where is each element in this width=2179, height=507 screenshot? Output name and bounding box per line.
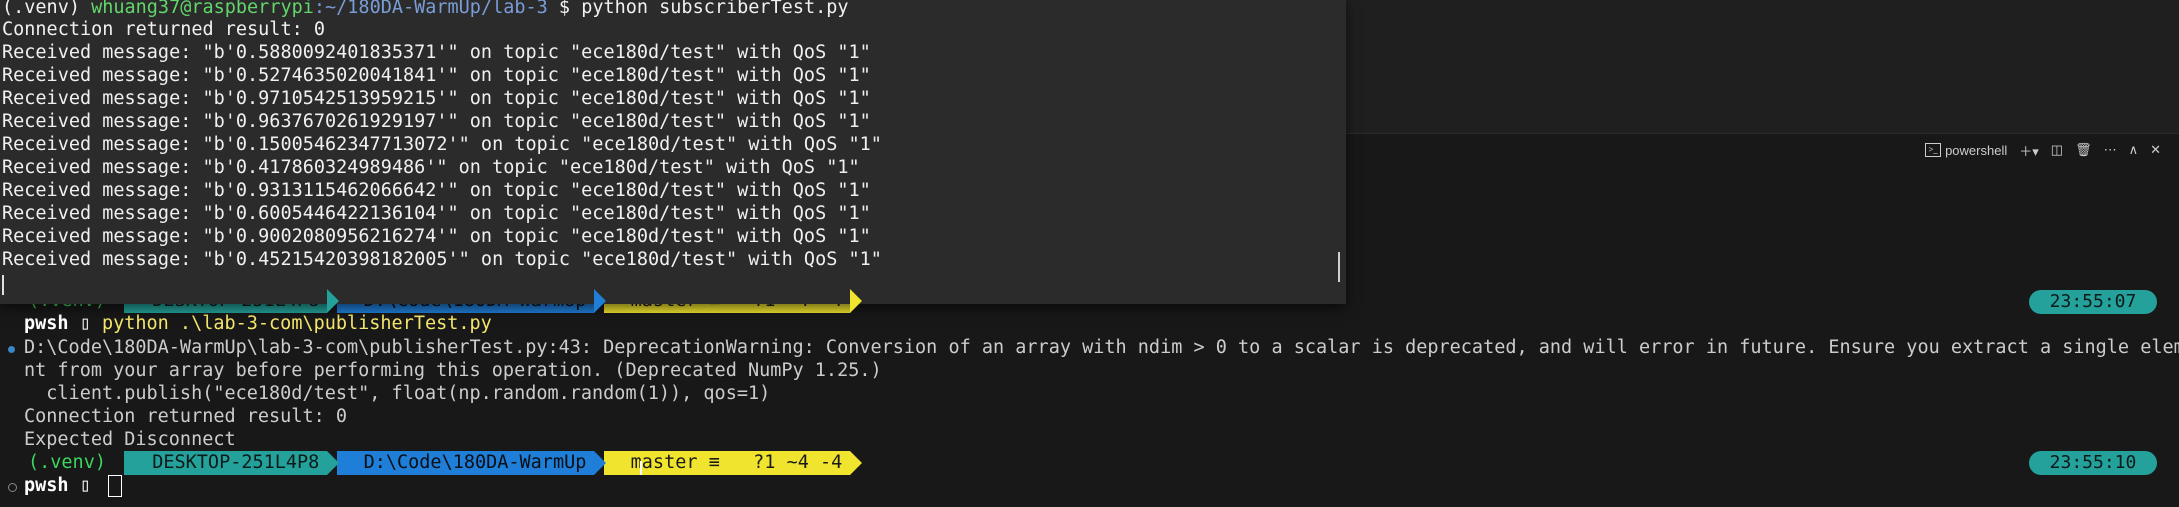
ssh-output-line: Received message: "b'0.9710542513959215'… [2, 88, 871, 109]
ssh-output-line: Received message: "b'0.45215420398182005… [2, 249, 882, 270]
ssh-scrollbar[interactable] [1338, 252, 1340, 282]
ssh-user-host: whuang37@raspberrypi [91, 0, 314, 18]
pwsh-label: pwsh ▯ [24, 313, 102, 334]
output-line: Connection returned result: 0 [24, 406, 348, 427]
prompt-line-2: (.venv) DESKTOP-251L4P8 D:\Code\180DA-Wa… [24, 451, 863, 475]
time-badge-2: 23:55:10 [2029, 451, 2157, 475]
ssh-terminal-window[interactable]: (.venv) whuang37@raspberrypi:~/180DA-War… [0, 0, 1346, 304]
pwsh-label: pwsh ▯ [24, 475, 102, 496]
ssh-output-line: Received message: "b'0.5880092401835371'… [2, 42, 871, 63]
ssh-output-line: Connection returned result: 0 [2, 19, 326, 40]
ssh-output-line: Received message: "b'0.417860324989486'"… [2, 157, 860, 178]
text-cursor-marker [640, 461, 642, 475]
command-line: pwsh ▯ python .\lab-3-com\publisherTest.… [24, 313, 492, 335]
ssh-cursor [2, 275, 4, 295]
ssh-output-line: Received message: "b'0.6005446422136104'… [2, 203, 871, 224]
venv-segment: (.venv) [28, 452, 106, 473]
prompt-status-dot[interactable] [8, 483, 17, 492]
input-line[interactable]: pwsh ▯ [24, 475, 122, 497]
time-badge-1: 23:55:07 [2029, 290, 2157, 314]
output-line: Expected Disconnect [24, 429, 236, 450]
output-line: D:\Code\180DA-WarmUp\lab-3-com\publisher… [24, 337, 2179, 358]
ssh-output-line: Received message: "b'0.5274635020041841'… [2, 65, 871, 86]
ssh-output-line: Received message: "b'0.9002080956216274'… [2, 226, 871, 247]
ssh-output-line: Received message: "b'0.9637670261929197'… [2, 111, 871, 132]
ssh-path: :~/180DA-WarmUp/lab-3 [313, 0, 548, 18]
ssh-prompt-line: (.venv) whuang37@raspberrypi:~/180DA-War… [2, 0, 849, 19]
ssh-venv: (.venv) [2, 0, 92, 18]
host-segment: DESKTOP-251L4P8 [123, 451, 340, 475]
output-line: nt from your array before performing thi… [24, 360, 882, 381]
output-line: client.publish("ece180d/test", float(np.… [24, 383, 771, 404]
terminal-cursor [107, 475, 122, 497]
command-text: python .\lab-3-com\publisherTest.py [101, 313, 492, 334]
ssh-command: $ python subscriberTest.py [547, 0, 849, 18]
command-status-dot[interactable] [8, 346, 15, 353]
ssh-output-line: Received message: "b'0.9313115462066642'… [2, 180, 871, 201]
path-segment: D:\Code\180DA-WarmUp [337, 451, 607, 475]
ssh-output-line: Received message: "b'0.15005462347713072… [2, 134, 882, 155]
